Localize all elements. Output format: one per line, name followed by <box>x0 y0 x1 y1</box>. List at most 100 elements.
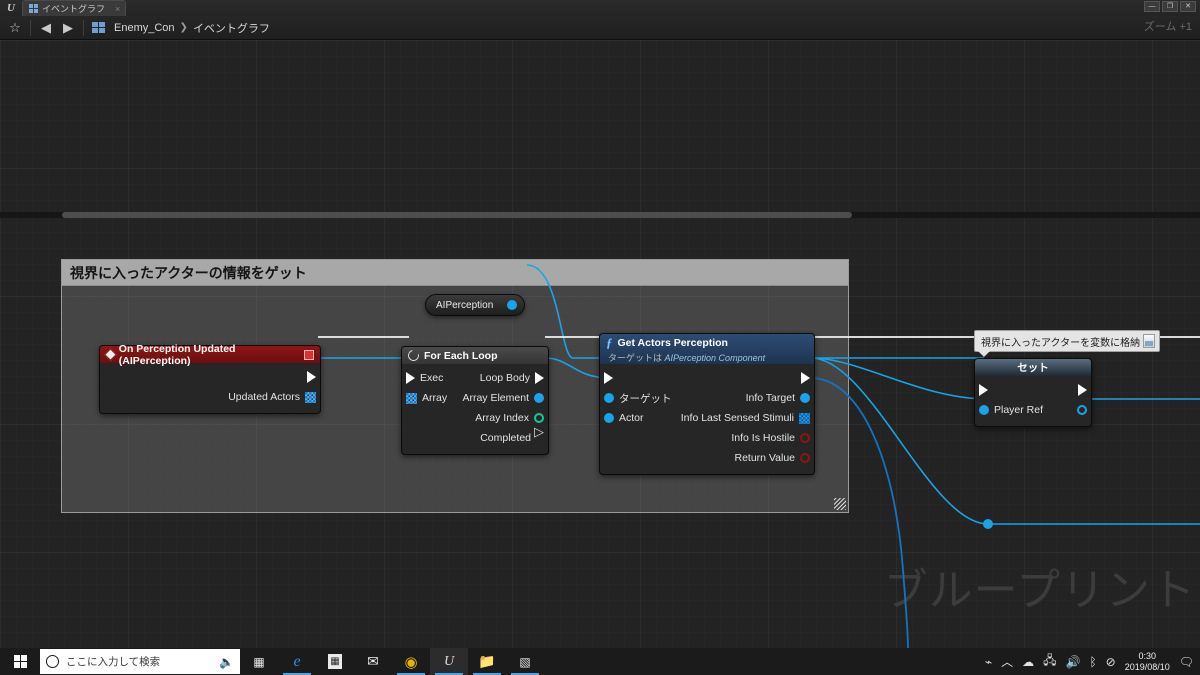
pin-return-value-out[interactable] <box>800 453 810 463</box>
node-for-each-loop[interactable]: For Each Loop Exec Loop Body Array Array… <box>401 346 549 455</box>
divider <box>83 19 84 36</box>
forward-arrow-icon[interactable]: ▶ <box>57 17 79 39</box>
pin-label: ターゲット <box>619 392 672 405</box>
divider <box>30 19 31 36</box>
favorite-star-icon[interactable]: ☆ <box>4 17 26 39</box>
start-button[interactable] <box>0 648 40 675</box>
pin-updated-actors-out[interactable] <box>305 391 316 403</box>
pin-array-element-out[interactable] <box>534 393 544 403</box>
unreal-blueprint-editor-window: U イベントグラフ × — ❐ ✕ ☆ ◀ ▶ Enemy_Con ❯ イベント… <box>0 0 1200 675</box>
pin-exec-in[interactable] <box>604 372 613 384</box>
back-arrow-icon[interactable]: ◀ <box>35 17 57 39</box>
pin-player-ref-in[interactable] <box>979 405 989 415</box>
node-on-perception-updated[interactable]: On Perception Updated (AIPerception) Upd… <box>99 343 321 414</box>
node-set-player-ref[interactable]: セット Player Ref <box>974 358 1092 427</box>
pin-array-in[interactable] <box>406 392 417 404</box>
node-get-actors-perception[interactable]: ƒ Get Actors Perception ターゲットは AIPercept… <box>599 333 815 475</box>
pin-label: Array Element <box>462 392 529 404</box>
pin-row-exec: Exec Loop Body <box>402 368 548 388</box>
node-header: セット <box>975 359 1091 376</box>
pin-row-player-ref: Player Ref <box>975 400 1091 420</box>
pin-info-target-out[interactable] <box>800 393 810 403</box>
node-title: セット <box>1017 362 1049 374</box>
pin-label: Array Index <box>475 412 529 424</box>
action-center-icon[interactable]: 🗨 <box>1179 655 1194 669</box>
window-controls: — ❐ ✕ <box>1144 1 1196 12</box>
windows-icon <box>13 655 27 668</box>
taskbar-app-task-view[interactable]: ▦ <box>240 648 278 675</box>
event-diamond-icon <box>104 348 117 361</box>
bluetooth-icon[interactable]: ᛒ <box>1089 655 1096 669</box>
windows-taskbar: ここに入力して検索 🔈 ▦ e ▦ ✉ ◉ U 📁 ▧ ⌁ ︿ ☁ 🖧 🔊 ᛒ … <box>0 648 1200 675</box>
pin-row-exec <box>600 368 814 388</box>
pin-label: Return Value <box>734 452 795 464</box>
delegate-pin-icon[interactable] <box>304 349 314 360</box>
microphone-icon[interactable]: 🔈 <box>219 655 234 669</box>
pin-row-array-index: Array Index <box>402 408 548 428</box>
taskbar-app-mail[interactable]: ✉ <box>354 648 392 675</box>
pin-completed-out[interactable] <box>534 425 544 444</box>
pin-label: Loop Body <box>479 372 530 384</box>
pin-info-last-sensed-out[interactable] <box>799 412 810 424</box>
reroute-knot <box>983 519 993 529</box>
pin-label: Actor <box>619 412 644 424</box>
node-header: ƒ Get Actors Perception ターゲットは AIPercept… <box>600 334 814 364</box>
horizontal-scrollbar[interactable] <box>0 212 1200 218</box>
maximize-button[interactable]: ❐ <box>1162 1 1178 12</box>
blueprint-graph-canvas[interactable]: ブループリント 視界に入ったアクターの情報をゲット AIPerception O… <box>0 40 1200 648</box>
pin-actor-in[interactable] <box>604 413 614 423</box>
node-body: Exec Loop Body Array Array Element Array… <box>402 364 548 454</box>
pin-exec-out[interactable] <box>1078 384 1087 396</box>
pin-exec-in[interactable] <box>406 372 415 384</box>
breadcrumb-leaf[interactable]: イベントグラフ <box>193 20 270 36</box>
taskbar-app-edge[interactable]: e <box>278 648 316 675</box>
comment-bubble-icon[interactable] <box>1143 334 1155 348</box>
node-body: Player Ref <box>975 376 1091 426</box>
graph-watermark: ブループリント <box>883 565 1196 616</box>
pin-aiperception-out[interactable] <box>507 300 517 310</box>
zoom-level-label: ズーム +1 <box>1143 21 1192 33</box>
chevron-right-icon: ❯ <box>179 22 188 33</box>
pin-loop-body-out[interactable] <box>535 372 544 384</box>
taskbar-app-epic-games[interactable]: ▧ <box>506 648 544 675</box>
volume-icon[interactable]: 🔊 <box>1066 655 1081 669</box>
search-input[interactable]: ここに入力して検索 🔈 <box>40 649 240 674</box>
tab-event-graph[interactable]: イベントグラフ × <box>22 0 127 16</box>
pin-label: Updated Actors <box>228 391 300 403</box>
unreal-logo-icon: U <box>7 2 15 14</box>
pin-player-ref-out[interactable] <box>1077 405 1087 415</box>
comment-title[interactable]: 視界に入ったアクターの情報をゲット <box>62 260 848 286</box>
pin-target-in[interactable] <box>604 393 614 403</box>
clock[interactable]: 0:30 2019/08/10 <box>1125 651 1170 673</box>
taskbar-app-unreal-engine[interactable]: U <box>430 648 468 675</box>
close-icon[interactable]: × <box>115 4 120 14</box>
comment-bubble-tail <box>978 351 990 357</box>
network-icon[interactable]: 🖧 <box>1043 651 1056 672</box>
pin-exec-in[interactable] <box>979 384 988 396</box>
loop-icon <box>405 347 422 364</box>
pin-info-is-hostile-out[interactable] <box>800 433 810 443</box>
pin-label: Completed <box>480 432 531 444</box>
system-tray: ⌁ ︿ ☁ 🖧 🔊 ᛒ ⊘ 0:30 2019/08/10 🗨 <box>985 651 1200 673</box>
close-window-button[interactable]: ✕ <box>1180 1 1196 12</box>
node-body: ターゲット Info Target Actor Info Last Sensed… <box>600 364 814 474</box>
node-aiperception-variable[interactable]: AIPerception <box>425 294 525 316</box>
tab-label: イベントグラフ <box>42 4 106 14</box>
pin-array-index-out[interactable] <box>534 413 544 423</box>
pen-icon[interactable]: ⌁ <box>985 655 992 669</box>
scrollbar-thumb[interactable] <box>62 212 852 218</box>
shield-icon[interactable]: ⊘ <box>1106 655 1116 669</box>
onedrive-icon[interactable]: ☁ <box>1022 655 1034 669</box>
node-comment-bubble[interactable]: 視界に入ったアクターを変数に格納 <box>974 330 1160 352</box>
pin-exec-out[interactable] <box>307 371 316 383</box>
taskbar-app-file-explorer[interactable]: 📁 <box>468 648 506 675</box>
pin-exec-out[interactable] <box>801 372 810 384</box>
pin-row-completed: Completed <box>402 425 548 448</box>
breadcrumb-root[interactable]: Enemy_Con <box>114 22 175 34</box>
minimize-button[interactable]: — <box>1144 1 1160 12</box>
chevron-up-icon[interactable]: ︿ <box>1001 653 1013 670</box>
taskbar-app-chrome[interactable]: ◉ <box>392 648 430 675</box>
resize-handle-icon[interactable] <box>834 498 846 510</box>
blueprint-icon <box>92 21 106 34</box>
taskbar-app-microsoft-store[interactable]: ▦ <box>316 648 354 675</box>
